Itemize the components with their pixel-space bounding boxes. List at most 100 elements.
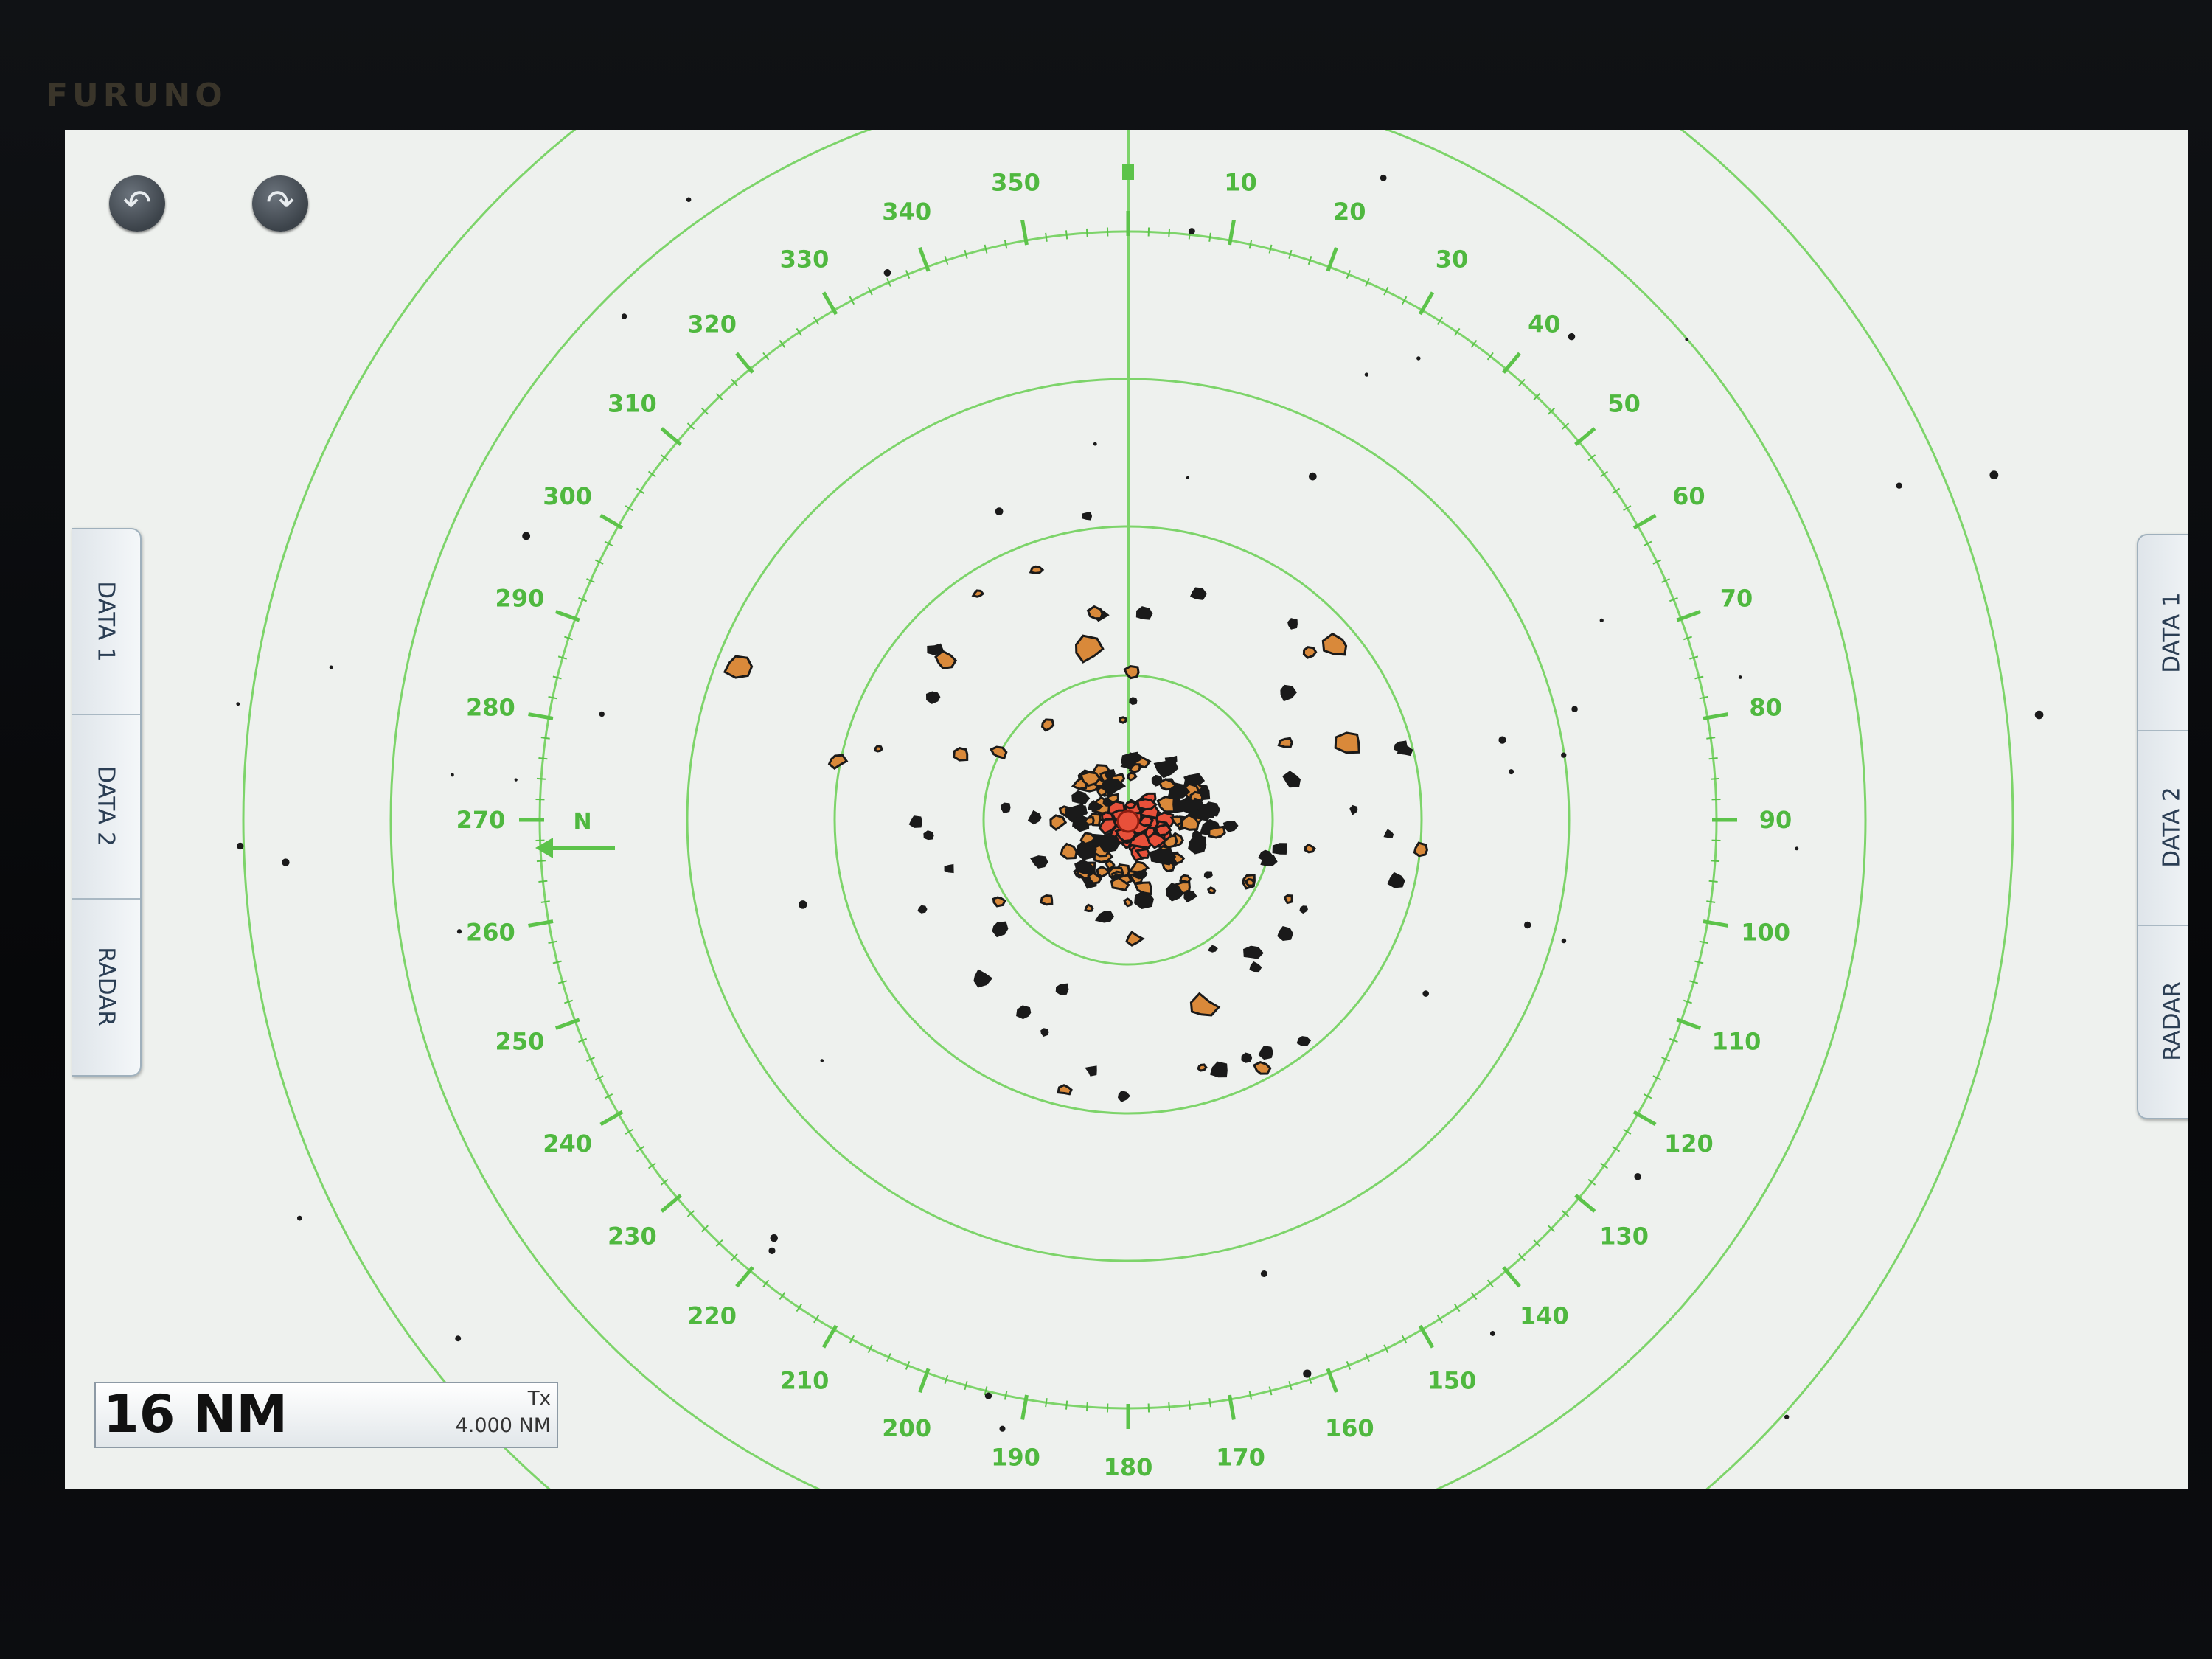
undo-icon[interactable]: ↶ [109, 175, 165, 232]
bearing-tick [1208, 232, 1211, 242]
radar-echo [1150, 848, 1177, 866]
bearing-tick [1004, 240, 1008, 249]
radar-echo [1243, 945, 1264, 959]
bearing-tick [821, 1324, 838, 1349]
north-marker: N [535, 809, 615, 858]
radar-echo [917, 905, 928, 914]
radar-speck [768, 1247, 776, 1255]
radar-speck [995, 507, 1004, 516]
radar-echo [1190, 797, 1203, 810]
bearing-label: 260 [466, 918, 515, 946]
radar-echo [1304, 843, 1316, 854]
radar-echoes [236, 174, 2044, 1432]
radar-echo [1105, 769, 1116, 780]
radar-echo [1118, 1091, 1130, 1102]
radar-screen[interactable]: 10 20 30 40 50 60 70 80 90 100 110 120 130 140 150 160 1… [65, 130, 2188, 1489]
bearing-tick [1085, 228, 1088, 237]
radar-echo [1209, 1061, 1228, 1078]
range-scale-box[interactable]: 16 NM Tx 4.000 NM [94, 1382, 558, 1448]
redo-icon[interactable]: ↷ [252, 175, 308, 232]
radar-echo [827, 754, 849, 770]
radar-speck [1896, 482, 1902, 489]
radar-speck [456, 929, 462, 934]
bearing-tick [552, 960, 562, 964]
bearing-label: 230 [608, 1222, 657, 1250]
radar-echo [1260, 854, 1278, 867]
radar-speck [2034, 710, 2044, 720]
radar-speck [799, 900, 807, 909]
radar-speck [1561, 938, 1567, 944]
radar-echo [1127, 771, 1138, 782]
bearing-tick [1699, 695, 1708, 700]
radar-speck [1599, 618, 1604, 623]
north-label: N [573, 809, 591, 835]
bearing-tick [1418, 291, 1435, 316]
radar-echo [1016, 1005, 1032, 1020]
right-tab-data2[interactable]: DATA 2 [2138, 730, 2188, 926]
radar-speck [599, 711, 605, 717]
bearing-label: 120 [1664, 1130, 1714, 1158]
radar-speck [1093, 442, 1097, 446]
left-tab-radar[interactable]: RADAR [72, 898, 140, 1075]
radar-echo [1085, 1065, 1097, 1077]
bearing-tick [1706, 737, 1716, 740]
bearing-tick [540, 737, 550, 740]
radar-speck [296, 1215, 302, 1221]
bearing-tick [1045, 1398, 1048, 1408]
radar-echo [1082, 512, 1093, 521]
bearing-tick [599, 513, 624, 530]
radar-echo [1060, 842, 1078, 860]
bearing-tick [1699, 940, 1708, 945]
bearing-tick [1248, 1391, 1253, 1400]
brand-logo: FURUNO [46, 77, 227, 114]
radar-speck [282, 858, 290, 866]
radar-echo [1258, 1046, 1273, 1060]
radar-echo [1197, 1063, 1208, 1072]
bearing-label: 20 [1333, 198, 1366, 226]
bearing-label: 270 [456, 806, 506, 834]
left-tab-data2[interactable]: DATA 2 [72, 714, 140, 900]
bearing-label: 50 [1607, 390, 1641, 418]
bearing-tick [984, 244, 988, 254]
bearing-tick [1418, 1324, 1435, 1349]
right-tab-radar-label: RADAR [2159, 981, 2185, 1061]
right-tab-data2-label: DATA 2 [2159, 787, 2186, 868]
left-tab-data1[interactable]: DATA 1 [72, 529, 140, 715]
bearing-label: 340 [882, 198, 931, 226]
bearing-label: 330 [780, 246, 830, 274]
radar-echo [1190, 587, 1207, 600]
bearing-label: 140 [1520, 1302, 1569, 1330]
radar-speck [237, 842, 244, 850]
radar-speck [621, 313, 627, 319]
radar-echo [1125, 931, 1145, 947]
radar-echo [990, 745, 1008, 760]
bearing-tick [538, 757, 548, 760]
radar-echo [1189, 992, 1221, 1017]
radar-speck [1989, 470, 1999, 480]
radar-echo [1164, 755, 1178, 766]
left-data-panel: DATA 1 DATA 2 RADAR [72, 528, 142, 1077]
right-tab-data1[interactable]: DATA 1 [2138, 535, 2188, 731]
bearing-tick [1574, 427, 1596, 446]
bearing-label: 300 [543, 482, 592, 510]
radar-echo [1208, 825, 1226, 839]
radar-echo [1207, 945, 1218, 953]
radar-echo [953, 747, 969, 762]
radar-display[interactable]: 10 20 30 40 50 60 70 80 90 100 110 120 130 140 150 160 1… [65, 130, 2188, 1489]
radar-echo [1397, 744, 1413, 757]
radar-echo [1277, 925, 1293, 941]
radar-echo [925, 691, 941, 704]
radar-speck [999, 1425, 1006, 1432]
radar-speck [1188, 228, 1195, 234]
radar-echo [1280, 684, 1297, 702]
radar-echo [1129, 697, 1138, 706]
radar-echo [1123, 897, 1133, 908]
bearing-label: 280 [466, 694, 515, 722]
right-tab-radar[interactable]: RADAR [2138, 925, 2188, 1118]
radar-echo [1349, 804, 1358, 815]
bearing-label: 290 [495, 585, 545, 613]
radar-speck [455, 1335, 462, 1342]
heading-marker [1122, 164, 1134, 180]
radar-echo [1383, 829, 1394, 838]
radar-echo [1245, 877, 1256, 887]
